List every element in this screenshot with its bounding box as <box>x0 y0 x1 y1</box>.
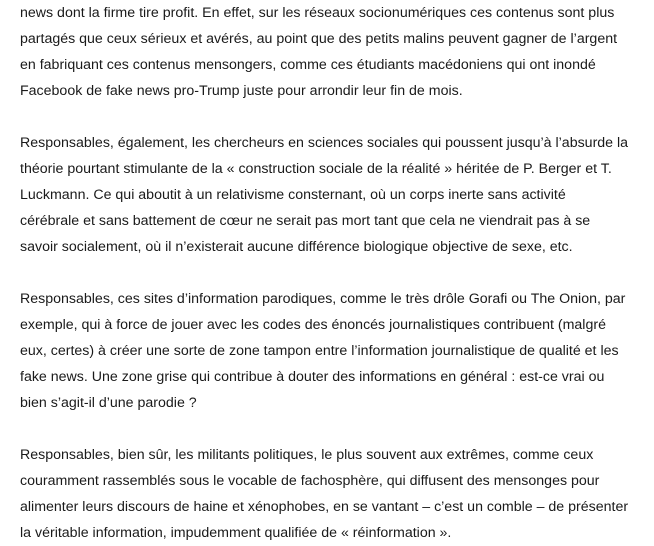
paragraph-1: news dont la firme tire profit. En effet… <box>20 0 640 104</box>
text-line: news dont la firme tire profit. En effet… <box>20 5 615 21</box>
paragraph-3: Responsables, ces sites d’information pa… <box>20 286 640 416</box>
text-line: couramment rassemblés sous le vocable de… <box>20 473 600 489</box>
text-line: exemple, qui à force de jouer avec les c… <box>20 317 606 333</box>
text-line: Facebook de fake news pro-Trump juste po… <box>20 83 463 99</box>
text-line: Responsables, ces sites d’information pa… <box>20 291 626 307</box>
text-line: bien s’agit-il d’une parodie ? <box>20 395 197 411</box>
paragraph-4: Responsables, bien sûr, les militants po… <box>20 442 640 546</box>
text-line: cérébrale et sans battement de cœur ne s… <box>20 213 591 229</box>
text-line: Responsables, bien sûr, les militants po… <box>20 447 594 463</box>
text-line: la véritable information, impudemment qu… <box>20 525 452 541</box>
text-line: partagés que ceux sérieux et avérés, au … <box>20 31 618 47</box>
text-line: alimenter leurs discours de haine et xén… <box>20 499 629 515</box>
text-line: fake news. Une zone grise qui contribue … <box>20 369 605 385</box>
text-line: en fabriquant ces contenus mensongers, c… <box>20 57 596 73</box>
paragraph-2: Responsables, également, les chercheurs … <box>20 130 640 260</box>
text-line: Responsables, également, les chercheurs … <box>20 135 629 151</box>
text-line: théorie pourtant stimulante de la « cons… <box>20 161 612 177</box>
text-line: Luckmann. Ce qui aboutit à un relativism… <box>20 187 566 203</box>
document-body: news dont la firme tire profit. En effet… <box>20 0 640 546</box>
text-line: eux, certes) à créer une sorte de zone t… <box>20 343 619 359</box>
text-line: savoir socialement, où il n’existerait a… <box>20 239 573 255</box>
